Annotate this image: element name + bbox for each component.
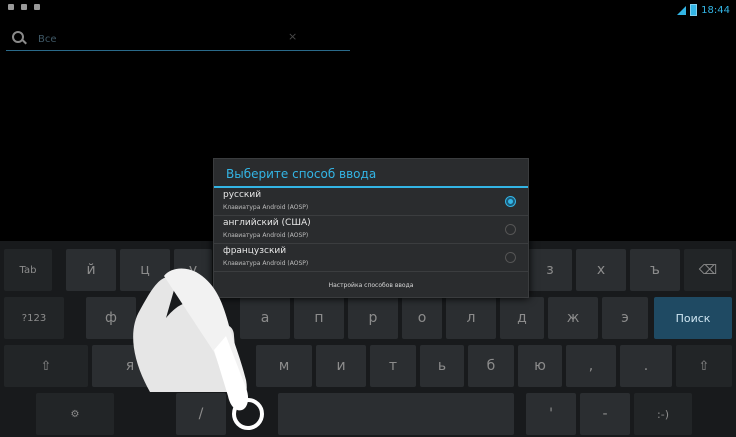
key[interactable]: э (602, 297, 648, 339)
radio-selected-icon[interactable] (505, 196, 516, 207)
option-subtitle: Клавиатура Android (AOSP) (223, 232, 309, 239)
key[interactable]: я (92, 345, 168, 387)
input-method-option-english[interactable]: английский (США) Клавиатура Android (AOS… (214, 216, 528, 244)
key[interactable]: х (576, 249, 626, 291)
key[interactable]: з (528, 249, 572, 291)
usb-icon (21, 4, 27, 10)
key[interactable]: л (446, 297, 496, 339)
key-smiley[interactable]: :-) (634, 393, 692, 435)
key[interactable]: п (294, 297, 344, 339)
key[interactable]: ь (420, 345, 464, 387)
search-key[interactable]: Поиск (654, 297, 732, 339)
option-name: русский (223, 190, 262, 200)
key[interactable]: , (566, 345, 616, 387)
radio-icon[interactable] (505, 224, 516, 235)
option-subtitle: Клавиатура Android (AOSP) (223, 204, 309, 211)
key[interactable]: ъ (630, 249, 680, 291)
clock: 18:44 (701, 4, 730, 16)
clear-icon[interactable]: × (288, 30, 297, 43)
status-bar: 18:44 (0, 0, 736, 24)
option-subtitle: Клавиатура Android (AOSP) (223, 260, 309, 267)
key[interactable]: б (468, 345, 514, 387)
key-shift-right[interactable]: ⇧ (676, 345, 732, 387)
key[interactable]: д (500, 297, 544, 339)
notification-icons (8, 4, 40, 10)
option-name: французский (223, 246, 287, 256)
key-space[interactable] (278, 393, 514, 435)
key[interactable]: р (348, 297, 398, 339)
dialog-title: Выберите способ ввода (226, 167, 377, 181)
key[interactable]: у (174, 249, 212, 291)
notification-icon (8, 4, 14, 10)
input-method-settings-button[interactable]: Настройка способов ввода (214, 275, 528, 297)
input-method-option-french[interactable]: французский Клавиатура Android (AOSP) (214, 244, 528, 272)
system-icons: 18:44 (677, 4, 730, 16)
key[interactable]: ю (518, 345, 562, 387)
radio-icon[interactable] (505, 252, 516, 263)
key[interactable]: / (176, 393, 226, 435)
key[interactable]: и (316, 345, 366, 387)
key-backspace[interactable]: ⌫ (684, 249, 732, 291)
input-method-option-russian[interactable]: русский Клавиатура Android (AOSP) (214, 188, 528, 216)
key[interactable]: . (620, 345, 672, 387)
key[interactable]: м (256, 345, 312, 387)
battery-icon (690, 4, 698, 16)
search-icon (12, 31, 24, 43)
option-name: английский (США) (223, 218, 311, 228)
key[interactable]: ц (120, 249, 170, 291)
key-symbols[interactable]: ?123 (4, 297, 64, 339)
key[interactable]: й (66, 249, 116, 291)
key[interactable]: т (370, 345, 416, 387)
key[interactable]: ' (526, 393, 576, 435)
key[interactable]: о (402, 297, 442, 339)
input-method-dialog: Выберите способ ввода русский Клавиатура… (213, 158, 529, 298)
search-bar[interactable]: × (6, 28, 350, 51)
signal-icon (677, 5, 687, 15)
key-shift-left[interactable]: ⇧ (4, 345, 88, 387)
key-tab[interactable]: Tab (4, 249, 52, 291)
key[interactable]: а (240, 297, 290, 339)
key[interactable]: ж (548, 297, 598, 339)
key[interactable]: ф (86, 297, 136, 339)
android-icon (34, 4, 40, 10)
key[interactable]: - (580, 393, 630, 435)
search-input[interactable] (36, 30, 280, 48)
key-settings[interactable]: ⚙ (36, 393, 114, 435)
